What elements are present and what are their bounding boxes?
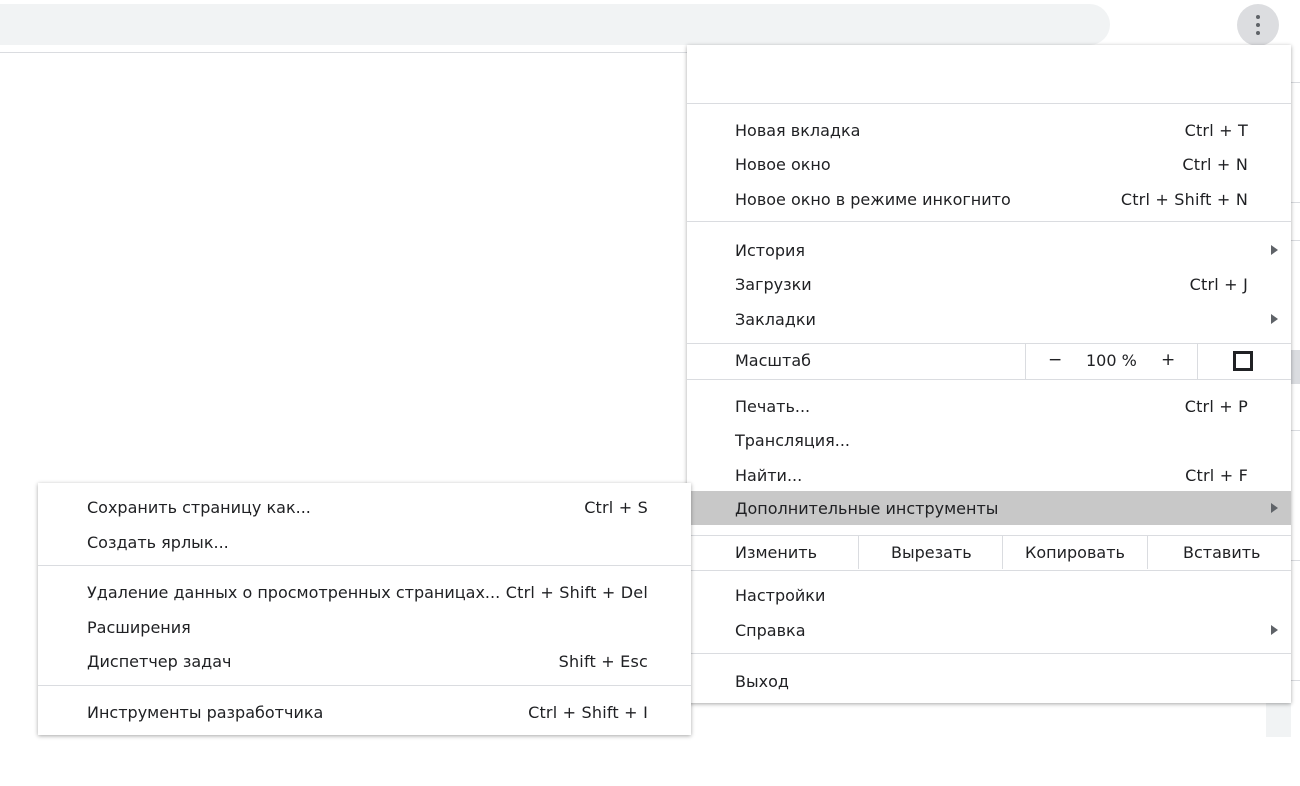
menu-item-new-window[interactable]: Новое окно Ctrl + N [687,147,1291,181]
menu-item-label: Удаление данных о просмотренных страница… [87,582,501,602]
corner [1243,351,1253,361]
corner [1233,361,1243,371]
menu-item-label: Справка [735,620,806,640]
menu-item-shortcut: Ctrl + Shift + I [528,702,648,722]
menu-item-label: Инструменты разработчика [87,702,324,722]
divider [1291,202,1300,203]
menu-item-print[interactable]: Печать... Ctrl + P [687,389,1291,423]
corner [1233,351,1243,361]
menu-item-label: Новое окно [735,154,831,174]
browser-main-menu: Новая вкладка Ctrl + T Новое окно Ctrl +… [687,45,1291,703]
dot [1256,23,1260,27]
edit-label: Изменить [735,543,817,562]
menu-separator [38,565,691,566]
menu-item-incognito[interactable]: Новое окно в режиме инкогнито Ctrl + Shi… [687,182,1291,216]
address-bar[interactable] [0,4,1110,45]
zoom-value: 100 % [1086,351,1137,370]
submenu-item-create-shortcut[interactable]: Создать ярлык... [38,525,691,559]
menu-item-label: Закладки [735,309,816,329]
page-fragment [1266,703,1291,737]
divider [1291,82,1300,83]
zoom-in-button[interactable]: + [1161,350,1175,370]
dot [1256,15,1260,19]
dot [1256,31,1260,35]
menu-item-label: История [735,240,806,260]
zoom-out-button[interactable]: − [1048,350,1062,370]
menu-separator [687,653,1291,654]
menu-item-label: Расширения [87,617,191,637]
cut-button[interactable]: Вырезать [891,543,972,562]
divider [1291,240,1300,241]
menu-separator [687,570,1291,571]
menu-item-settings[interactable]: Настройки [687,578,1291,612]
menu-item-label: Выход [735,671,789,691]
menu-separator [687,103,1291,104]
corner [1243,361,1253,371]
menu-item-bookmarks[interactable]: Закладки [687,302,1291,336]
menu-item-downloads[interactable]: Загрузки Ctrl + J [687,267,1291,301]
submenu-item-task-manager[interactable]: Диспетчер задач Shift + Esc [38,644,691,678]
menu-item-new-tab[interactable]: Новая вкладка Ctrl + T [687,113,1291,147]
zoom-label: Масштаб [735,351,812,370]
menu-item-shortcut: Ctrl + Shift + N [1120,189,1248,209]
fullscreen-icon[interactable] [1233,351,1253,371]
divider [1291,560,1300,561]
paste-button[interactable]: Вставить [1183,543,1260,562]
triangle-right-icon [1271,314,1278,324]
menu-item-label: Новая вкладка [735,120,861,140]
menu-item-label: Новое окно в режиме инкогнито [735,189,1011,209]
vertical-dots-icon[interactable] [1237,4,1279,46]
menu-item-exit[interactable]: Выход [687,664,1291,698]
page-edge [1291,52,1300,742]
edit-divider [1002,535,1003,569]
menu-separator [38,685,691,686]
edit-row: Изменить Вырезать Копировать Вставить [687,535,1291,569]
divider [1291,680,1300,681]
menu-item-shortcut: Ctrl + F [1185,465,1248,485]
zoom-divider [1025,343,1026,379]
scroll-block [1291,350,1300,384]
menu-item-more-tools[interactable]: Дополнительные инструменты [687,491,1291,525]
menu-separator [687,221,1291,222]
zoom-row: Масштаб − 100 % + [687,343,1291,379]
menu-item-label: Печать... [735,396,811,416]
menu-item-label: Дополнительные инструменты [735,498,999,518]
edit-divider [1147,535,1148,569]
submenu-item-save-page[interactable]: Сохранить страницу как... Ctrl + S [38,490,691,524]
copy-button[interactable]: Копировать [1025,543,1125,562]
triangle-right-icon [1271,245,1278,255]
menu-item-history[interactable]: История [687,233,1291,267]
menu-item-label: Диспетчер задач [87,651,232,671]
menu-item-label: Создать ярлык... [87,532,229,552]
menu-item-find[interactable]: Найти... Ctrl + F [687,458,1291,492]
submenu-item-extensions[interactable]: Расширения [38,610,691,644]
menu-item-shortcut: Ctrl + N [1182,154,1248,174]
menu-item-cast[interactable]: Трансляция... [687,423,1291,457]
menu-item-shortcut: Ctrl + Shift + Del [505,582,648,602]
submenu-item-clear-data[interactable]: Удаление данных о просмотренных страница… [38,575,691,609]
triangle-right-icon [1271,503,1278,513]
zoom-divider [1197,343,1198,379]
triangle-right-icon [1271,625,1278,635]
menu-item-label: Загрузки [735,274,812,294]
menu-item-shortcut: Ctrl + J [1189,274,1248,294]
menu-item-label: Найти... [735,465,803,485]
menu-item-shortcut: Ctrl + P [1184,396,1248,416]
divider [1291,430,1300,431]
edit-divider [858,535,859,569]
menu-item-shortcut: Ctrl + T [1184,120,1248,140]
menu-item-shortcut: Shift + Esc [558,651,648,671]
menu-item-help[interactable]: Справка [687,613,1291,647]
more-tools-submenu: Сохранить страницу как... Ctrl + S Созда… [38,483,691,735]
menu-separator [687,379,1291,380]
menu-item-label: Трансляция... [735,430,851,450]
submenu-item-dev-tools[interactable]: Инструменты разработчика Ctrl + Shift + … [38,695,691,729]
menu-item-label: Сохранить страницу как... [87,497,311,517]
menu-item-label: Настройки [735,585,826,605]
menu-item-shortcut: Ctrl + S [584,497,648,517]
